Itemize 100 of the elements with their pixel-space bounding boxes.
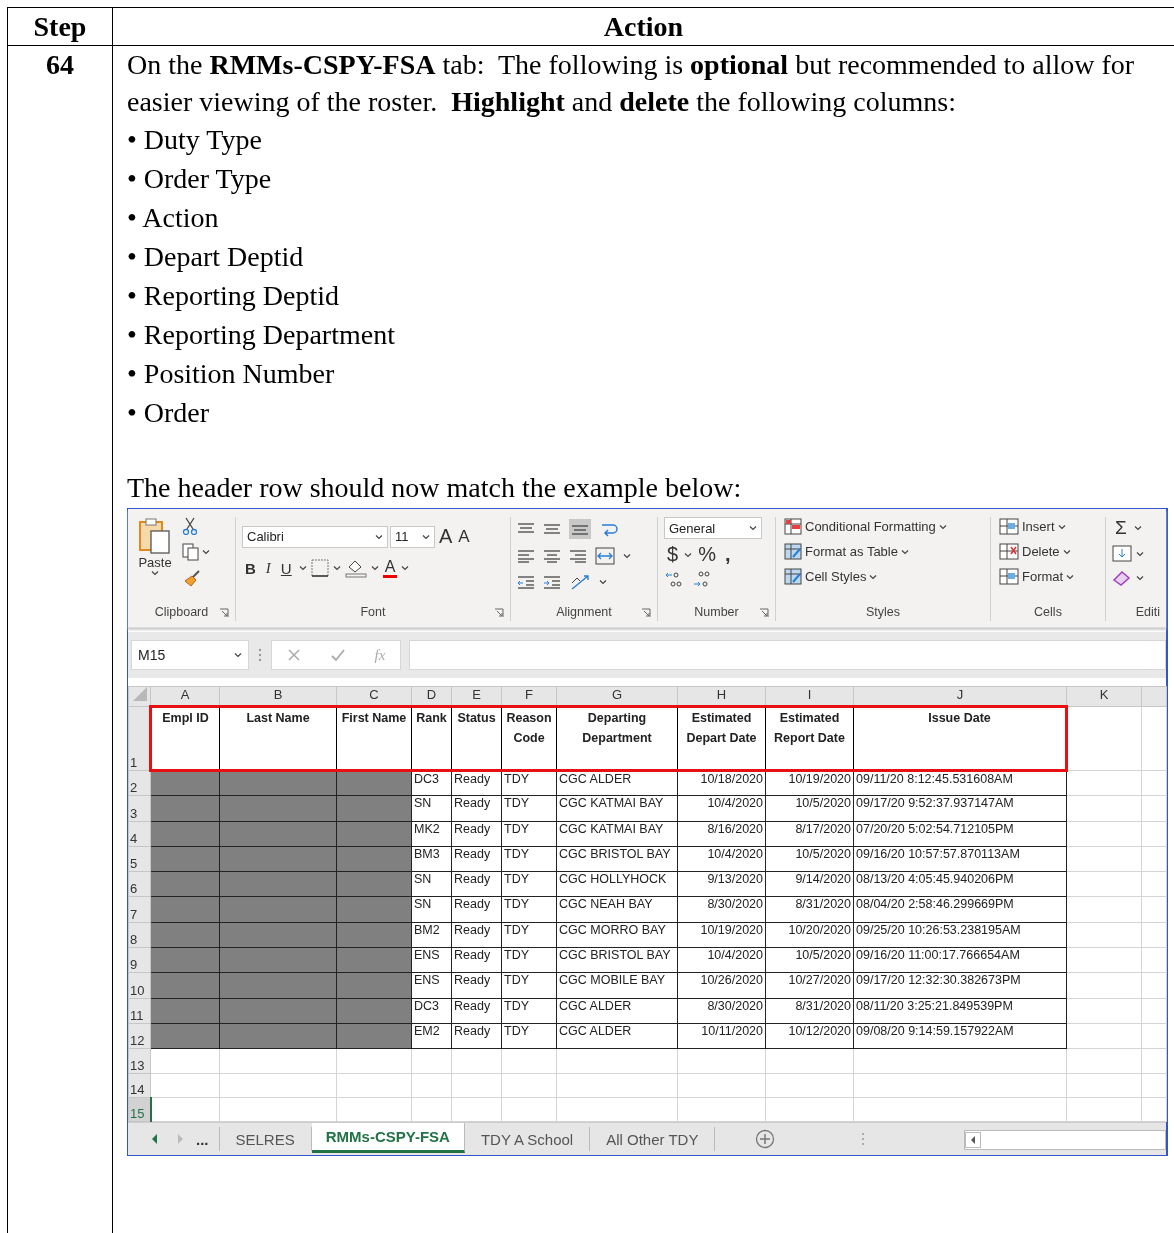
sheet-tab[interactable]: RMMs-CSPY-FSA [311, 1123, 465, 1154]
percent-button[interactable]: % [695, 543, 719, 566]
header-cell: Estimated Depart Date [677, 706, 766, 771]
align-top-icon[interactable] [517, 522, 535, 536]
underline-button[interactable]: U [277, 559, 295, 577]
decrease-decimal-icon[interactable] [692, 570, 712, 588]
row-number[interactable]: 5 [128, 846, 151, 872]
column-letter[interactable]: H [677, 686, 766, 707]
cells-button[interactable]: Delete [997, 542, 1099, 561]
scroll-left-icon[interactable] [152, 1134, 158, 1145]
row-number[interactable]: 13 [128, 1048, 151, 1074]
fill-down-icon[interactable] [1112, 545, 1132, 563]
align-left-icon[interactable] [517, 549, 535, 563]
italic-button[interactable]: I [262, 559, 274, 577]
column-letter[interactable]: E [451, 686, 502, 707]
table-cell: TDY [501, 998, 557, 1024]
increase-decimal-icon[interactable] [664, 570, 684, 588]
row-number[interactable]: 8 [128, 922, 151, 948]
row-number[interactable]: 3 [128, 795, 151, 822]
eraser-icon[interactable] [1112, 569, 1132, 587]
align-bottom-icon[interactable] [569, 519, 591, 539]
row-number[interactable]: 4 [128, 821, 151, 847]
caret-icon [151, 570, 159, 576]
column-letter[interactable]: K [1066, 686, 1142, 707]
fill-color-icon[interactable] [344, 558, 367, 578]
font-size-dropdown[interactable]: 11 [390, 525, 435, 548]
text-orientation-icon[interactable] [569, 573, 591, 591]
table-cell: 8/30/2020 [677, 897, 766, 923]
currency-button[interactable]: $ [664, 543, 682, 566]
merge-cells-icon[interactable] [595, 547, 615, 565]
column-letter[interactable]: A [150, 686, 220, 707]
dialog-launcher-icon[interactable] [759, 608, 769, 618]
row-number[interactable]: 7 [128, 897, 151, 923]
add-sheet-icon[interactable] [755, 1129, 776, 1150]
more-sheets-button[interactable]: ... [196, 1127, 220, 1152]
column-letter[interactable]: J [853, 686, 1067, 707]
header-cell: Status [451, 706, 502, 771]
autosum-button[interactable]: Σ [1112, 517, 1130, 539]
table-cell: Ready [451, 972, 502, 999]
row-number[interactable]: 12 [128, 1023, 151, 1049]
horizontal-scrollbar[interactable] [964, 1130, 1166, 1151]
name-box[interactable]: M15 [131, 640, 249, 670]
align-middle-icon[interactable] [543, 522, 561, 536]
font-name-dropdown[interactable]: Calibri [242, 525, 388, 548]
caret-icon [599, 579, 607, 585]
cancel-icon[interactable] [286, 648, 301, 662]
table-cell: 10/26/2020 [677, 972, 766, 999]
scissors-icon[interactable] [182, 517, 198, 535]
copy-icon[interactable] [182, 543, 200, 561]
align-center-icon[interactable] [543, 549, 561, 563]
sheet-tab[interactable]: SELRES [219, 1127, 312, 1152]
dialog-launcher-icon[interactable] [641, 608, 651, 618]
column-letter[interactable]: F [501, 686, 557, 707]
decrease-indent-icon[interactable] [517, 575, 535, 589]
dialog-launcher-icon[interactable] [219, 608, 229, 618]
column-letter[interactable]: G [556, 686, 678, 707]
row-number[interactable]: 2 [128, 770, 151, 796]
column-letter[interactable]: D [411, 686, 452, 707]
borders-icon[interactable] [310, 559, 329, 577]
group-label: Clipboard [154, 605, 209, 619]
table-cell: 09/17/20 12:32:30.382673PM [853, 972, 1067, 999]
styles-button[interactable]: Conditional Formatting [782, 517, 984, 536]
dialog-launcher-icon[interactable] [494, 608, 504, 618]
sheet-tab[interactable]: All Other TDY [590, 1127, 716, 1152]
increase-indent-icon[interactable] [543, 575, 561, 589]
increase-font-button[interactable]: A [437, 525, 455, 548]
column-letter[interactable]: I [765, 686, 854, 707]
paste-button[interactable]: Paste [134, 517, 176, 603]
bold-button[interactable]: B [242, 559, 259, 577]
header-cell: Estimated Report Date [765, 706, 854, 771]
format-painter-icon[interactable] [182, 569, 202, 587]
row-number[interactable]: 15 [128, 1097, 151, 1122]
table-cell: 9/13/2020 [677, 871, 766, 897]
font-color-button[interactable]: A [382, 558, 398, 578]
decrease-font-button[interactable]: A [456, 526, 472, 547]
checkmark-icon[interactable] [329, 648, 346, 662]
comma-style-button[interactable]: , [721, 543, 734, 566]
sheet-tab[interactable]: TDY A School [464, 1127, 591, 1152]
table-cell: Ready [451, 1023, 502, 1049]
cells-button[interactable]: Insert [997, 517, 1099, 536]
column-letter[interactable]: C [336, 686, 412, 707]
styles-button[interactable]: Cell Styles [782, 567, 984, 586]
styles-button[interactable]: Format as Table [782, 542, 984, 561]
number-format-dropdown[interactable]: General [664, 517, 762, 539]
row-number[interactable]: 11 [128, 998, 151, 1024]
row-number[interactable]: 1 [128, 706, 151, 771]
row-number[interactable]: 10 [128, 972, 151, 999]
note-text: The header row should now match the example below: [127, 471, 743, 505]
table-cell: 9/14/2020 [765, 871, 854, 897]
table-cell: SN [411, 897, 452, 923]
align-right-icon[interactable] [569, 549, 587, 563]
drag-handle-icon[interactable] [860, 1132, 865, 1147]
column-letter[interactable]: B [219, 686, 337, 707]
row-number[interactable]: 6 [128, 871, 151, 897]
row-number[interactable]: 14 [128, 1073, 151, 1098]
table-cell: 10/19/2020 [765, 770, 854, 796]
drag-handle-icon[interactable] [257, 647, 263, 663]
scroll-left-icon[interactable] [965, 1132, 981, 1149]
cells-button[interactable]: Format [997, 567, 1099, 586]
row-number[interactable]: 9 [128, 947, 151, 973]
